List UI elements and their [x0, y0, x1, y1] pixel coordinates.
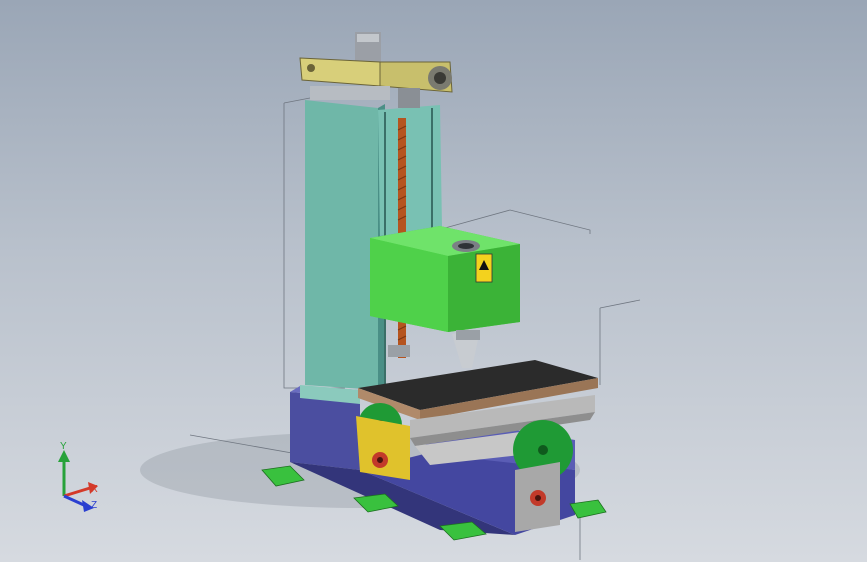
cad-3d-viewport[interactable]	[0, 0, 867, 562]
x-axis-label: X	[91, 484, 98, 495]
z-axis-arrow-icon	[63, 494, 94, 512]
x-motor-bracket[interactable]	[356, 416, 410, 480]
coordinate-triad: Y X Z	[46, 441, 116, 514]
y-motor-bracket[interactable]	[515, 462, 560, 532]
y-axis-label: Y	[60, 442, 67, 452]
warning-label-icon	[475, 253, 493, 283]
z-axis-label: Z	[91, 500, 97, 511]
top-motor-bracket[interactable]	[299, 32, 453, 108]
y-axis-arrow-icon	[58, 450, 70, 496]
